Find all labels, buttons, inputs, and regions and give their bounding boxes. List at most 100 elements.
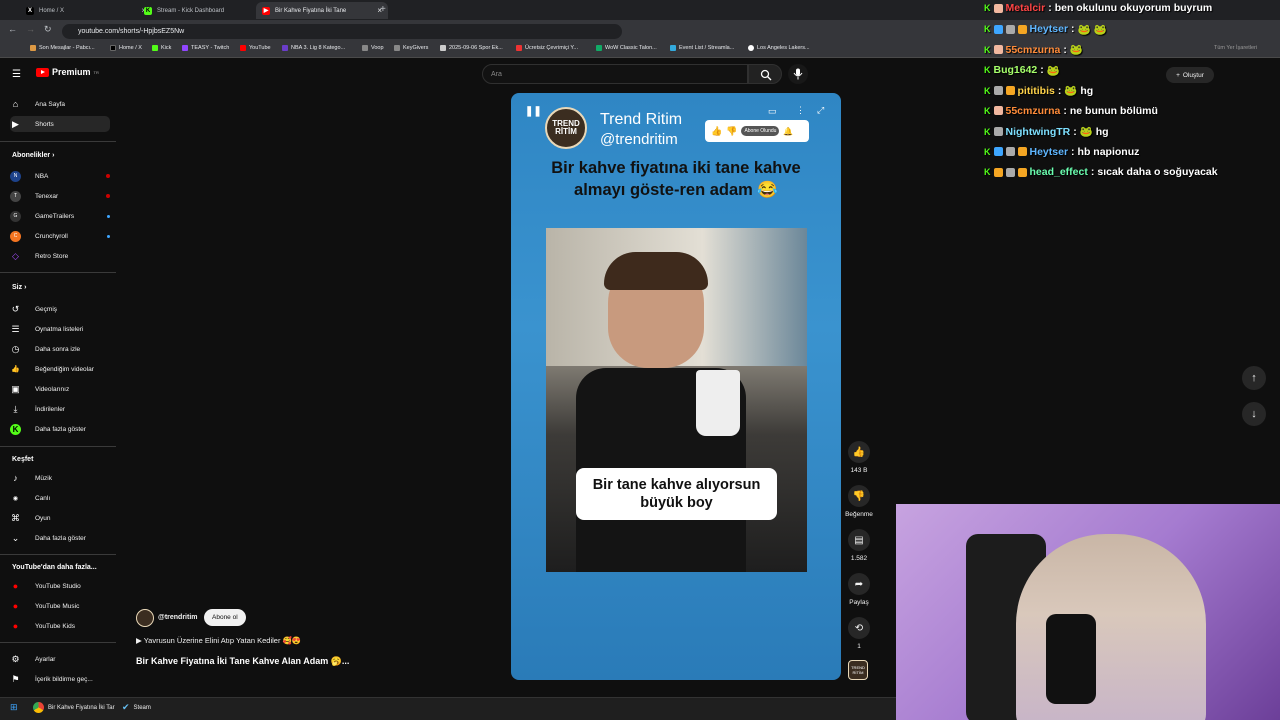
voice-search-button[interactable] — [788, 64, 808, 84]
bookmark-item[interactable]: Event List / Streamla... — [670, 45, 734, 51]
back-icon[interactable]: ← — [8, 24, 17, 34]
channel-avatar[interactable] — [136, 609, 154, 627]
comments-button[interactable]: ▤ 1.582 — [846, 529, 872, 562]
search-icon — [760, 69, 772, 81]
video-frame: Bir tane kahve alıyorsun büyük boy — [546, 228, 807, 572]
sidebar-item-youtube-studio[interactable]: ● YouTube Studio — [10, 578, 110, 594]
sidebar-item-report-history[interactable]: ⚑ İçerik bildirme geç... — [10, 671, 110, 687]
sidebar-item-live[interactable]: ◉ Canlı — [10, 490, 110, 506]
kick-icon: K — [984, 44, 991, 55]
sidebar-item-home[interactable]: ⌂ Ana Sayfa — [10, 96, 110, 112]
bookmark-item[interactable]: WoW Classic Talon... — [596, 45, 657, 51]
subscriptions-header[interactable]: Abonelikler › — [12, 152, 54, 159]
bookmark-item[interactable]: Los Angeles Lakers... — [748, 45, 810, 51]
bookmark-icon — [30, 45, 36, 51]
search-button[interactable] — [748, 64, 782, 84]
sidebar-item-youtube-music[interactable]: ● YouTube Music — [10, 598, 110, 614]
sound-thumbnail[interactable]: TREND RİTİM — [848, 660, 868, 680]
menu-icon[interactable]: ☰ — [12, 69, 21, 80]
badge-icon — [993, 167, 1003, 177]
sidebar-item-explore-more[interactable]: ⌄ Daha fazla göster — [10, 530, 110, 546]
sidebar-item-history[interactable]: ↺ Geçmiş — [10, 301, 110, 317]
sidebar-item-your-videos[interactable]: ▣ Videolarınız — [10, 381, 110, 397]
all-bookmarks[interactable]: Tüm Yer İşaretleri — [1214, 45, 1257, 51]
windows-start-icon[interactable]: ⊞ — [10, 702, 18, 713]
related-video-link[interactable]: ▶ Yavrusun Üzerine Elini Atıp Yatan Kedi… — [136, 636, 301, 645]
sidebar-item-settings[interactable]: ⚙ Ayarlar — [10, 651, 110, 667]
sidebar-item-tenexar[interactable]: T Tenexar — [10, 188, 110, 204]
sidebar-item-music[interactable]: ♪ Müzik — [10, 470, 110, 486]
new-tab-icon[interactable]: + — [380, 4, 386, 15]
forward-icon[interactable]: → — [26, 24, 35, 34]
sidebar-item-show-more[interactable]: K Daha fazla göster — [10, 421, 110, 437]
bookmark-item[interactable]: Ücretsiz Çevrimiçi Y... — [516, 45, 578, 51]
like-button[interactable]: 👍 143 B — [846, 441, 872, 474]
chat-text: ben okulunu okuyorum buyrum — [1054, 2, 1213, 14]
next-short-button[interactable]: ↓ — [1242, 402, 1266, 426]
sidebar-item-liked-videos[interactable]: 👍 Beğendiğim videolar — [10, 361, 110, 377]
bookmarks-bar: Son Mesajlar - Pabcı... Home / X Kick TE… — [0, 42, 1280, 58]
chrome-icon — [33, 702, 44, 713]
search-input[interactable]: Ara — [482, 64, 748, 84]
youtube-icon: ▶ — [262, 6, 270, 15]
sidebar-item-youtube-kids[interactable]: ● YouTube Kids — [10, 618, 110, 634]
sidebar-item-crunchyroll[interactable]: C Crunchyroll — [10, 228, 110, 244]
sidebar-item-shorts[interactable]: ▶ Shorts — [10, 116, 110, 132]
youtube-play-icon — [36, 67, 49, 77]
sidebar-item-retro-store[interactable]: ◇ Retro Store — [10, 248, 110, 264]
bookmark-item[interactable]: NBA 3. Lig 8 Katego... — [282, 45, 345, 51]
bookmark-item[interactable]: Son Mesajlar - Pabcı... — [30, 45, 95, 51]
remix-button[interactable]: ⟲ 1 — [846, 617, 872, 650]
twitch-icon — [182, 45, 188, 51]
sidebar-item-gametrailers[interactable]: G GameTrailers — [10, 208, 110, 224]
dislike-button[interactable]: 👎 Beğenme — [842, 485, 876, 518]
create-button[interactable]: + Oluştur — [1166, 67, 1214, 83]
sidebar-item-nba[interactable]: N NBA — [10, 168, 110, 184]
bookmark-item[interactable]: Voop — [362, 45, 384, 51]
bookmark-item[interactable]: 2025-09-06 Spor Ek... — [440, 45, 503, 51]
badge-icon — [993, 3, 1003, 13]
channel-avatar: T — [10, 190, 21, 202]
captions-icon[interactable]: ▭ — [768, 106, 777, 117]
channel-name[interactable]: @trendritim — [158, 614, 198, 621]
share-button[interactable]: ➦ Paylaş — [846, 573, 872, 606]
tab-youtube[interactable]: ▶ Bir Kahve Fiyatına İki Tane × — [256, 2, 388, 19]
you-header[interactable]: Siz › — [12, 284, 26, 291]
video-subtitle: Bir tane kahve alıyorsun büyük boy — [576, 468, 777, 520]
bookmark-item[interactable]: Kick — [152, 45, 171, 51]
tab-kick[interactable]: K Stream - Kick Dashboard × — [138, 2, 270, 19]
kick-icon: K — [984, 167, 991, 177]
gear-icon: ⚙ — [11, 653, 20, 664]
bookmark-item[interactable]: YouTube — [240, 45, 271, 51]
bookmark-item[interactable]: TEASY - Twitch — [182, 45, 229, 51]
comment-count: 1.582 — [850, 555, 868, 562]
shorts-player[interactable]: ❚❚ TREND RİTİM Trend Ritim @trendritim 👍… — [511, 93, 841, 680]
sidebar-divider — [0, 642, 116, 643]
channel-avatar: ◇ — [12, 250, 19, 261]
bookmark-icon — [748, 45, 754, 51]
folder-icon — [394, 45, 400, 51]
sidebar-item-gaming[interactable]: ⌘ Oyun — [10, 510, 110, 526]
bookmark-item[interactable]: KeyGivers — [394, 45, 428, 51]
streamer — [1016, 534, 1206, 720]
bookmark-item[interactable]: Home / X — [110, 45, 142, 51]
thumbs-down-icon: 👎 — [726, 125, 738, 136]
chat-text: ne bunun bölümü — [1069, 104, 1158, 117]
tab-x[interactable]: X Home / X × — [20, 2, 152, 19]
sidebar-item-playlists[interactable]: ☰ Oynatma listeleri — [10, 321, 110, 337]
fullscreen-icon[interactable]: ⤢ — [817, 105, 824, 116]
overlay-subscribed-label: Abone Olundu — [741, 126, 780, 136]
more-options-icon[interactable]: ⋮ — [796, 105, 805, 116]
subscribe-button[interactable]: Abone ol — [204, 609, 246, 626]
previous-short-button[interactable]: ↑ — [1242, 366, 1266, 390]
sidebar-item-watch-later[interactable]: ◷ Daha sonra izle — [10, 341, 110, 357]
youtube-logo[interactable]: Premium TR — [36, 67, 99, 77]
sidebar-item-downloads[interactable]: ⤓ İndirilenler — [10, 401, 110, 417]
taskbar-steam[interactable]: ✔ Steam — [122, 702, 151, 713]
taskbar-chrome[interactable]: Bir Kahve Fiyatına İki Tar — [33, 702, 115, 713]
url-bar[interactable]: youtube.com/shorts/-HpjbsEZ5Nw — [62, 24, 622, 39]
chat-username: Heytser — [1029, 23, 1069, 35]
reload-icon[interactable]: ↻ — [44, 24, 52, 35]
pause-icon[interactable]: ❚❚ — [525, 106, 542, 117]
video-caption: Bir kahve fiyatına iki tane kahve almayı… — [551, 159, 801, 199]
